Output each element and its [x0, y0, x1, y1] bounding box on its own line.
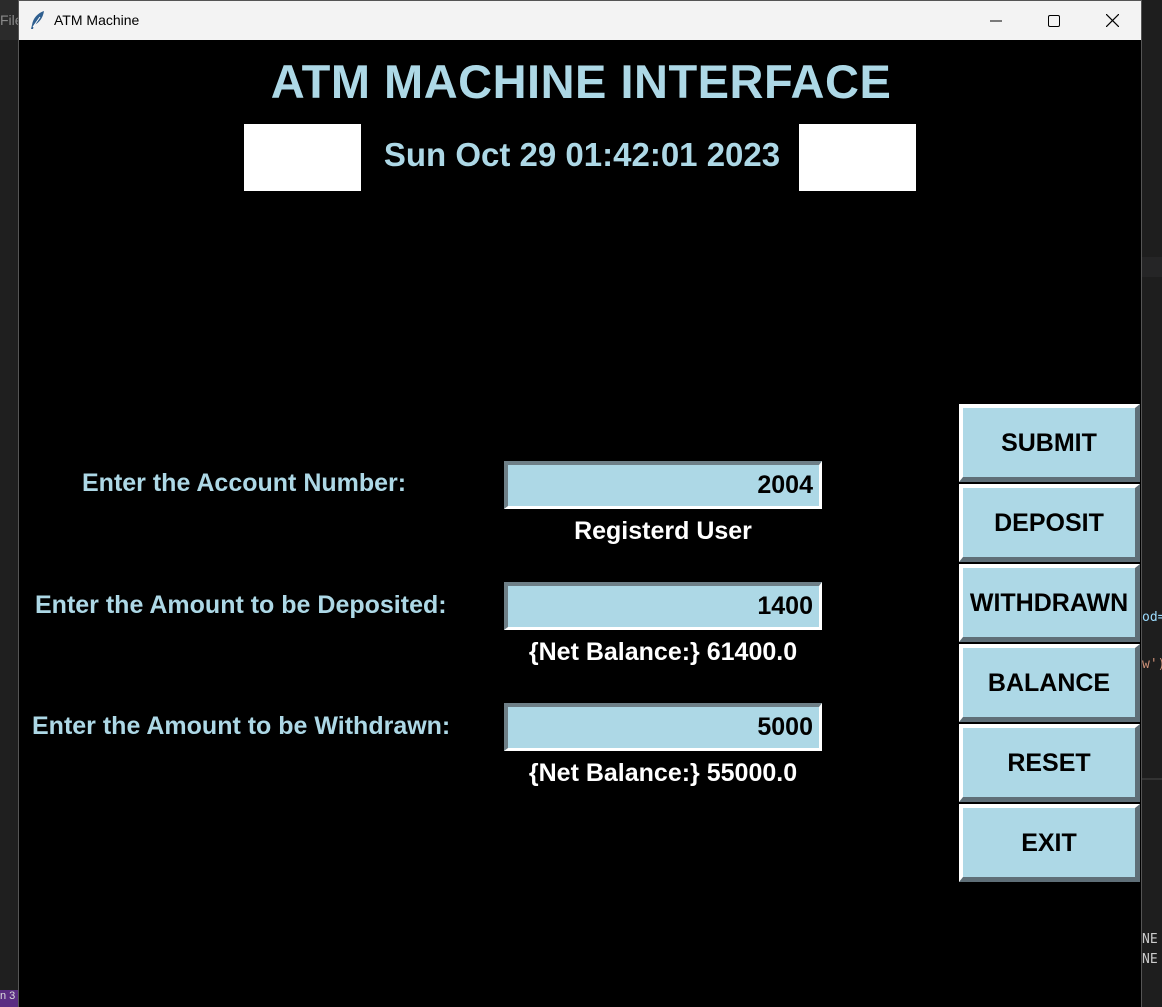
right-blank-panel — [799, 124, 916, 191]
exit-button[interactable]: EXIT — [959, 804, 1140, 882]
left-blank-panel — [244, 124, 361, 191]
close-icon — [1105, 14, 1119, 27]
withdraw-balance-label: {Net Balance:} 55000.0 — [528, 759, 798, 787]
deposit-button[interactable]: DEPOSIT — [959, 484, 1140, 562]
withdraw-amount-label: Enter the Amount to be Withdrawn: — [32, 712, 451, 740]
minimize-icon — [990, 20, 1002, 21]
maximize-icon — [1048, 14, 1060, 27]
close-button[interactable] — [1083, 1, 1141, 40]
submit-button[interactable]: SUBMIT — [959, 404, 1140, 482]
datetime-label: Sun Oct 29 01:42:01 2023 — [383, 136, 781, 173]
background-status-fragment: n 3 — [0, 990, 18, 1007]
feather-icon — [29, 10, 47, 30]
background-editor-left — [0, 40, 18, 990]
page-title: ATM MACHINE INTERFACE — [270, 55, 892, 108]
withdrawn-button[interactable]: WITHDRAWN — [959, 564, 1140, 642]
background-code-fragment: od= — [1142, 610, 1162, 625]
account-number-label: Enter the Account Number: — [82, 469, 407, 497]
background-divider — [1142, 778, 1162, 780]
window-title: ATM Machine — [54, 12, 140, 28]
background-code-fragment: NE — [1142, 952, 1158, 967]
balance-button[interactable]: BALANCE — [959, 644, 1140, 722]
reset-button[interactable]: RESET — [959, 724, 1140, 802]
title-bar[interactable]: ATM Machine — [19, 1, 1141, 40]
withdraw-amount-input[interactable] — [504, 703, 822, 751]
minimize-button[interactable] — [967, 1, 1025, 40]
maximize-button[interactable] — [1025, 1, 1083, 40]
deposit-balance-label: {Net Balance:} 61400.0 — [528, 638, 798, 666]
background-code-fragment: NE — [1142, 932, 1158, 947]
account-number-input[interactable] — [504, 461, 822, 509]
deposit-amount-input[interactable] — [504, 582, 822, 630]
background-menu-fragment: File — [0, 0, 18, 40]
atm-content: ATM MACHINE INTERFACE Sun Oct 29 01:42:0… — [19, 40, 1141, 1007]
background-editor-right: od= w') NE NE — [1142, 0, 1162, 1007]
background-panel-strip — [1142, 257, 1162, 277]
background-code-fragment: w') — [1142, 657, 1162, 672]
deposit-amount-label: Enter the Amount to be Deposited: — [35, 591, 447, 619]
account-status-label: Registerd User — [574, 517, 752, 545]
atm-window: ATM Machine ATM MACHINE INTERFACE Sun Oc… — [18, 0, 1142, 1007]
